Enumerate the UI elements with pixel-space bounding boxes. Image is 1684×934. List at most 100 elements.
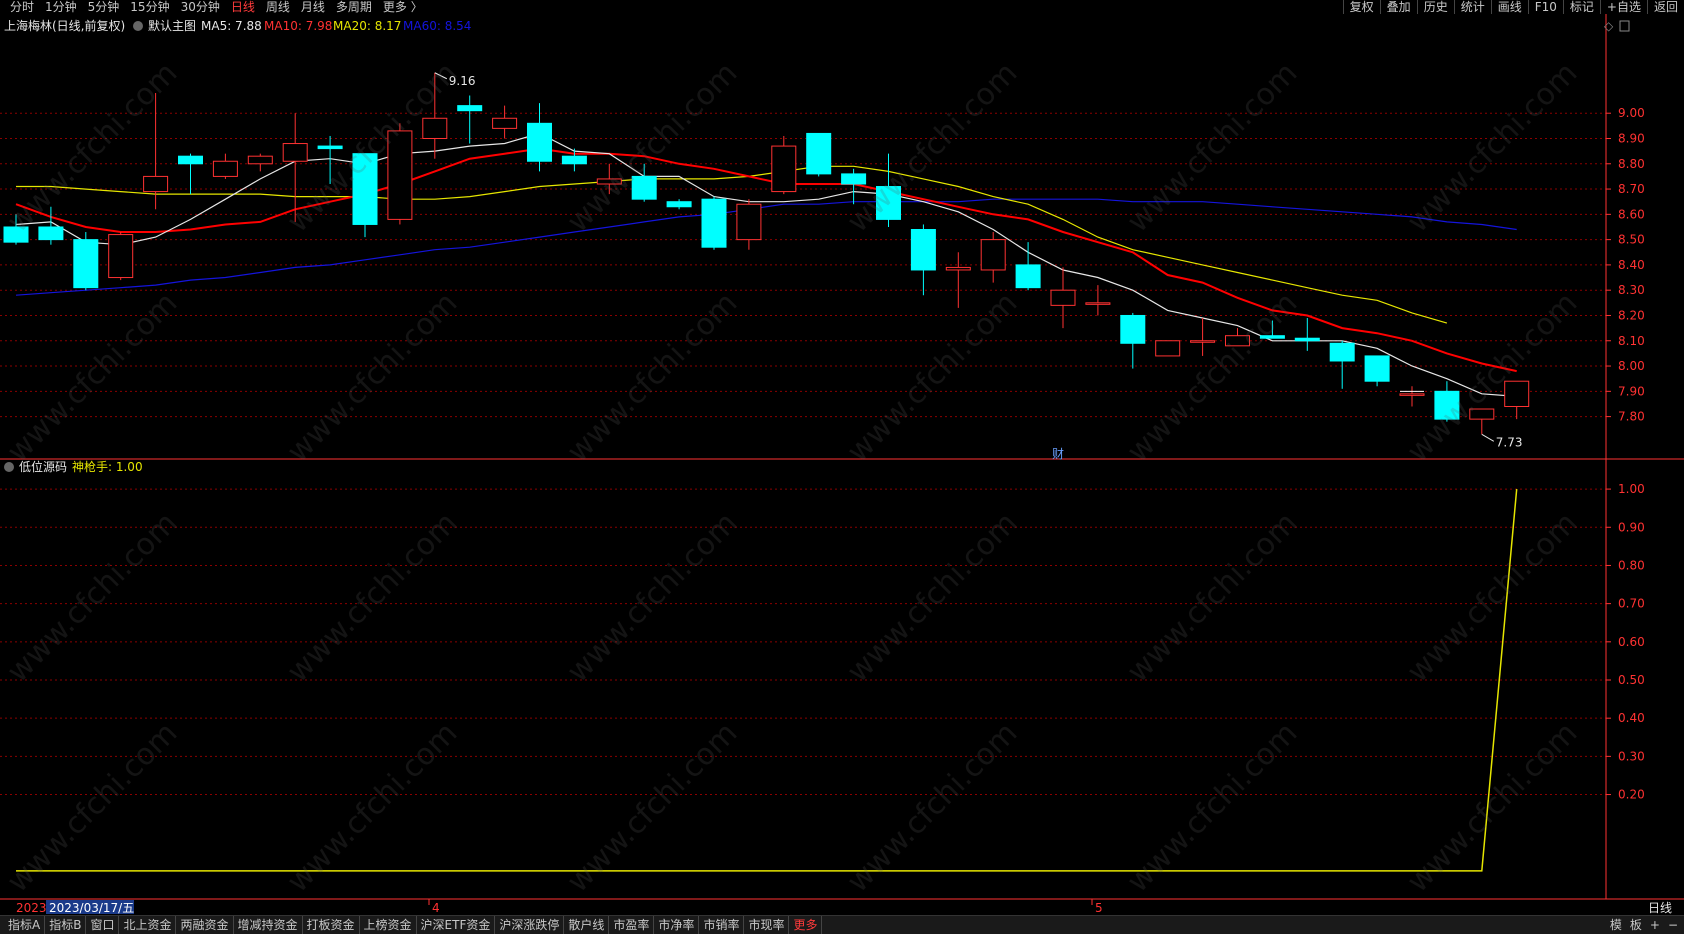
candle-up (247, 155, 273, 165)
candle-down (1434, 390, 1460, 420)
main-tick-label: 8.60 (1618, 207, 1645, 221)
main-tick-label: 8.40 (1618, 258, 1645, 272)
main-tick-label: 8.20 (1618, 308, 1645, 322)
candle-down (1015, 264, 1041, 289)
candle-up (422, 117, 448, 139)
ma10-line (15, 147, 1517, 373)
month-label-4: 4 (432, 901, 440, 915)
date-year-clipped: 2023 (16, 901, 47, 915)
indicator-tab-12[interactable]: 市净率 (654, 916, 700, 934)
indicator-name[interactable]: 低位源码 (19, 459, 67, 474)
stock-name: 上海梅林(日线,前复权) (4, 18, 125, 33)
finance-marker[interactable]: 财 (1052, 447, 1064, 461)
indicator-tab-8[interactable]: 沪深ETF资金 (417, 916, 496, 934)
main-tick-label: 8.90 (1618, 131, 1645, 145)
indicator-tab-9[interactable]: 沪深涨跌停 (495, 916, 565, 934)
candle-up (771, 145, 797, 193)
candle-up (1155, 340, 1181, 357)
template-toggle-icon[interactable] (133, 21, 143, 31)
sub-tick-label: 0.70 (1618, 597, 1645, 611)
sub-tick-label: 0.40 (1618, 711, 1645, 725)
candle-up (736, 203, 762, 241)
indicator-tab-6[interactable]: 打板资金 (303, 916, 360, 934)
indicator-tab-1[interactable]: 指标B (45, 916, 87, 934)
indicator-tab-2[interactable]: 窗口 (86, 916, 120, 934)
candle-down (73, 239, 99, 289)
candle-down (1259, 335, 1285, 339)
candle-up (1504, 380, 1530, 407)
indicator-tab-bar: 指标A 指标B 窗口 北上资金 两融资金 增减持资金 打板资金 上榜资金 沪深ETF资金 沪深涨跌… (0, 915, 1684, 934)
candle-up (212, 160, 238, 177)
candle-up (1050, 289, 1076, 306)
candle-up (492, 117, 518, 129)
template-name[interactable]: 默认主图 (148, 18, 196, 33)
main-tick-label: 7.80 (1618, 410, 1645, 424)
sub-tick-label: 0.50 (1618, 673, 1645, 687)
candle-down (806, 132, 832, 175)
period-label: 日线 (1648, 901, 1672, 915)
indicator-tab-13[interactable]: 市销率 (699, 916, 745, 934)
candle-down (38, 226, 64, 241)
candle-down (178, 155, 203, 165)
indicator-tab-7[interactable]: 上榜资金 (360, 916, 417, 934)
bottom-control-1[interactable]: 板 (1630, 916, 1642, 934)
main-tick-label: 8.50 (1618, 233, 1645, 247)
candle-down (1364, 355, 1390, 382)
indicator-tab-4[interactable]: 两融资金 (176, 916, 234, 934)
sub-tick-label: 0.60 (1618, 635, 1645, 649)
candle-up (596, 178, 622, 185)
diamond-icon[interactable]: ◇ (1604, 19, 1614, 33)
indicator-tab-5[interactable]: 增减持资金 (234, 916, 303, 934)
candle-down (666, 201, 692, 208)
candle-up (1085, 302, 1111, 305)
candle-down (352, 153, 378, 225)
candle-up (1469, 408, 1495, 420)
indicator-tab-15[interactable]: 更多 (789, 916, 823, 934)
candle-down (701, 198, 727, 248)
candle-up (143, 175, 169, 193)
bottom-control-3[interactable]: − (1668, 916, 1678, 934)
low-marker-label: 7.73 (1496, 435, 1523, 449)
main-tick-label: 7.90 (1618, 384, 1645, 398)
candle-down (3, 226, 29, 243)
indicator-tab-11[interactable]: 市盈率 (609, 916, 655, 934)
indicator-toggle-icon[interactable] (4, 462, 14, 472)
candle-down (561, 155, 587, 165)
candle-up (1399, 393, 1425, 396)
ma5-legend: MA5: 7.88 (201, 19, 262, 33)
high-marker-arrow (434, 72, 448, 80)
bottom-tabs: 指标A 指标B 窗口 北上资金 两融资金 增减持资金 打板资金 上榜资金 沪深ETF资金 沪深涨跌… (4, 916, 823, 934)
candle-down (317, 145, 343, 150)
candle-up (1190, 340, 1216, 343)
indicator-tab-3[interactable]: 北上资金 (119, 916, 177, 934)
sub-tick-label: 0.90 (1618, 520, 1645, 534)
low-marker-arrow (1481, 433, 1495, 442)
bottom-control-0[interactable]: 模 (1610, 916, 1622, 934)
main-tick-label: 8.00 (1618, 359, 1645, 373)
bottom-control-2[interactable]: + (1650, 916, 1660, 934)
indicator-value: 神枪手: 1.00 (72, 459, 143, 474)
indicator-tab-0[interactable]: 指标A (4, 916, 46, 934)
main-tick-label: 8.70 (1618, 182, 1645, 196)
bottom-controls: 模板 + − (1610, 916, 1678, 934)
main-tick-label: 8.30 (1618, 283, 1645, 297)
window-toggle-icon[interactable] (1619, 20, 1630, 32)
ma60-legend: MA60: 8.54 (403, 19, 471, 33)
candle-down (910, 229, 936, 271)
ma10-legend: MA10: 7.98 (264, 19, 332, 33)
candle-down (1294, 337, 1320, 342)
sub-tick-label: 0.20 (1618, 788, 1645, 802)
indicator-tab-10[interactable]: 散户线 (564, 916, 610, 934)
grid (0, 112, 1606, 796)
high-marker-label: 9.16 (449, 74, 476, 88)
chart-canvas: 7.80 7.90 8.00 8.10 8.20 8.30 8.40 8.50 8.60 8.70… (0, 14, 1684, 915)
main-tick-label: 9.00 (1618, 106, 1645, 120)
price-axis: 7.80 7.90 8.00 8.10 8.20 8.30 8.40 8.50 8.60 8.70… (0, 14, 1684, 899)
sub-tick-label: 0.30 (1618, 749, 1645, 763)
candle-up (945, 266, 971, 271)
selected-date: 2023/03/17/五 (49, 901, 134, 915)
indicator-tab-14[interactable]: 市现率 (744, 916, 790, 934)
main-tick-label: 8.10 (1618, 334, 1645, 348)
candle-down (876, 186, 901, 220)
candle-up (282, 143, 308, 162)
